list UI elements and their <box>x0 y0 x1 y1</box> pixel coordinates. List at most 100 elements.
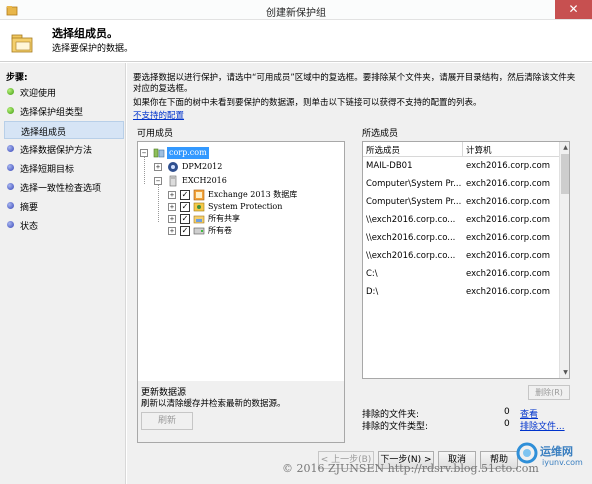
selected-members-label: 所选成员 <box>362 129 399 139</box>
expand-toggle[interactable]: + <box>168 203 176 211</box>
cell-member: MAIL-DB01 <box>366 161 413 171</box>
domain-icon <box>153 148 165 158</box>
step-label: 选择保护组类型 <box>20 108 84 118</box>
collapse-toggle[interactable]: − <box>154 177 162 185</box>
tree-node-exchange-db[interactable]: + ✓ Exchange 2013 数据库 <box>168 189 340 201</box>
tree-label-volumes: 所有卷 <box>208 226 232 235</box>
table-row[interactable]: Computer\System Pr... exch2016.corp.com <box>363 175 559 193</box>
list-header: 所选成员 计算机 <box>363 142 559 157</box>
cell-member: \\exch2016.corp.co... <box>366 251 456 261</box>
table-row[interactable]: Computer\System Pr... exch2016.corp.com <box>363 193 559 211</box>
cell-computer: exch2016.corp.com <box>466 233 550 243</box>
step-status-icon <box>7 164 14 171</box>
list-scrollbar[interactable]: ▲ ▼ <box>559 142 569 378</box>
step-label: 状态 <box>20 222 39 232</box>
selected-members-list[interactable]: 所选成员 计算机 MAIL-DB01 exch2016.corp.com Compu… <box>362 141 570 379</box>
step-status-icon <box>7 202 14 209</box>
sidebar-step[interactable]: 选择一致性检查选项 <box>4 178 124 196</box>
tree-label-domain: corp.com <box>167 147 209 159</box>
cell-computer: exch2016.corp.com <box>466 215 550 225</box>
step-status-icon <box>7 145 14 152</box>
cell-member: D:\ <box>366 287 379 297</box>
table-row[interactable]: \\exch2016.corp.co... exch2016.corp.com <box>363 247 559 265</box>
close-button[interactable]: ✕ <box>555 0 592 19</box>
sidebar-step[interactable]: 选择短期目标 <box>4 159 124 177</box>
step-label: 摘要 <box>20 203 39 213</box>
sidebar-step[interactable]: 摘要 <box>4 197 124 215</box>
header-title: 选择组成员。 <box>52 27 118 40</box>
collapse-toggle[interactable]: − <box>140 149 148 157</box>
wizard-header: 选择组成员。 选择要保护的数据。 <box>0 20 592 62</box>
logo-swirl-icon <box>516 442 538 464</box>
table-row[interactable]: MAIL-DB01 exch2016.corp.com <box>363 157 559 175</box>
shared-folder-icon <box>193 215 205 224</box>
excluded-folders-count: 0 <box>504 407 510 417</box>
refresh-description: 刷新以清除缓存并检索最新的数据源。 <box>141 399 286 409</box>
table-row[interactable]: \\exch2016.corp.co... exch2016.corp.com <box>363 229 559 247</box>
step-status-icon <box>8 127 15 134</box>
excluded-types-label: 排除的文件类型: <box>362 422 429 432</box>
table-row[interactable]: \\exch2016.corp.co... exch2016.corp.com <box>363 211 559 229</box>
column-header-computer[interactable]: 计算机 <box>466 144 492 156</box>
cell-member: \\exch2016.corp.co... <box>366 233 456 243</box>
unsupported-config-link[interactable]: 不支持的配置 <box>133 111 184 122</box>
steps-label: 步骤: <box>6 73 28 83</box>
watermark-text: © 2016 ZJUNSEN http://rdsrv.blog.51cto.c… <box>282 462 539 475</box>
cell-member: Computer\System Pr... <box>366 197 462 207</box>
sidebar-step[interactable]: 选择数据保护方法 <box>4 140 124 158</box>
step-label: 欢迎使用 <box>20 89 57 99</box>
tree-node-dpm[interactable]: + DPM2012 <box>154 161 340 173</box>
tree-node-exch[interactable]: − EXCH2016 <box>154 175 340 187</box>
expand-toggle[interactable]: + <box>168 191 176 199</box>
expand-toggle[interactable]: + <box>154 163 162 171</box>
title-bar: 创建新保护组 ✕ <box>0 0 592 20</box>
steps-sidebar: 步骤: 欢迎使用选择保护组类型选择组成员 选择数据保护方法选择短期目标选择一致性检… <box>0 63 126 484</box>
system-protection-checkbox[interactable]: ✓ <box>180 202 190 212</box>
expand-toggle[interactable]: + <box>168 227 176 235</box>
cell-member: C:\ <box>366 269 378 279</box>
exchange-db-checkbox[interactable]: ✓ <box>180 190 190 200</box>
dpm-server-icon <box>168 162 178 172</box>
scroll-down-icon[interactable]: ▼ <box>560 367 569 378</box>
volume-icon <box>193 227 205 235</box>
sidebar-step[interactable]: 状态 <box>4 216 124 234</box>
refresh-section: 更新数据源 刷新以清除缓存并检索最新的数据源。 刷新 <box>138 381 344 442</box>
table-row[interactable]: D:\ exch2016.corp.com <box>363 283 559 301</box>
tree-node-domain[interactable]: − corp.com <box>140 147 340 159</box>
remove-button[interactable]: 删除(R) <box>528 385 570 400</box>
tree-label-exch: EXCH2016 <box>182 176 227 185</box>
cell-computer: exch2016.corp.com <box>466 197 550 207</box>
column-header-member[interactable]: 所选成员 <box>366 144 400 156</box>
scroll-thumb[interactable] <box>561 154 569 194</box>
volumes-checkbox[interactable]: ✓ <box>180 226 190 236</box>
scroll-up-icon[interactable]: ▲ <box>560 142 569 153</box>
sidebar-step[interactable]: 选择组成员 <box>4 121 124 139</box>
main-panel: 要选择数据以进行保护，请选中“可用成员”区域中的复选框。要排除某个文件夹，请展开… <box>127 63 592 484</box>
folder-group-icon <box>11 34 33 53</box>
exclude-files-link[interactable]: 排除文件... <box>520 419 565 432</box>
window-title: 创建新保护组 <box>266 8 326 19</box>
cell-computer: exch2016.corp.com <box>466 179 550 189</box>
step-status-icon <box>7 107 14 114</box>
step-label: 选择一致性检查选项 <box>20 184 102 194</box>
available-members-label: 可用成员 <box>137 129 174 139</box>
watermark-logo: 运维网 iyunv.com <box>516 440 586 472</box>
expand-toggle[interactable]: + <box>168 215 176 223</box>
excluded-types-count: 0 <box>504 419 510 429</box>
logo-text: 运维网 <box>540 445 573 458</box>
cell-computer: exch2016.corp.com <box>466 269 550 279</box>
tree-node-shares[interactable]: + ✓ 所有共享 <box>168 213 340 225</box>
refresh-button[interactable]: 刷新 <box>141 412 193 430</box>
cell-computer: exch2016.corp.com <box>466 251 550 261</box>
tree-node-volumes[interactable]: + ✓ 所有卷 <box>168 225 340 237</box>
server-icon <box>169 175 177 187</box>
sidebar-step[interactable]: 欢迎使用 <box>4 83 124 101</box>
tree-label-exchange-db: Exchange 2013 数据库 <box>208 190 298 199</box>
tree-node-system-protection[interactable]: + ✓ System Protection <box>168 201 340 213</box>
instructions-text: 要选择数据以进行保护，请选中“可用成员”区域中的复选框。要排除某个文件夹，请展开… <box>133 73 576 94</box>
shares-checkbox[interactable]: ✓ <box>180 214 190 224</box>
step-label: 选择短期目标 <box>20 165 75 175</box>
system-protection-icon <box>193 202 205 212</box>
sidebar-step[interactable]: 选择保护组类型 <box>4 102 124 120</box>
table-row[interactable]: C:\ exch2016.corp.com <box>363 265 559 283</box>
